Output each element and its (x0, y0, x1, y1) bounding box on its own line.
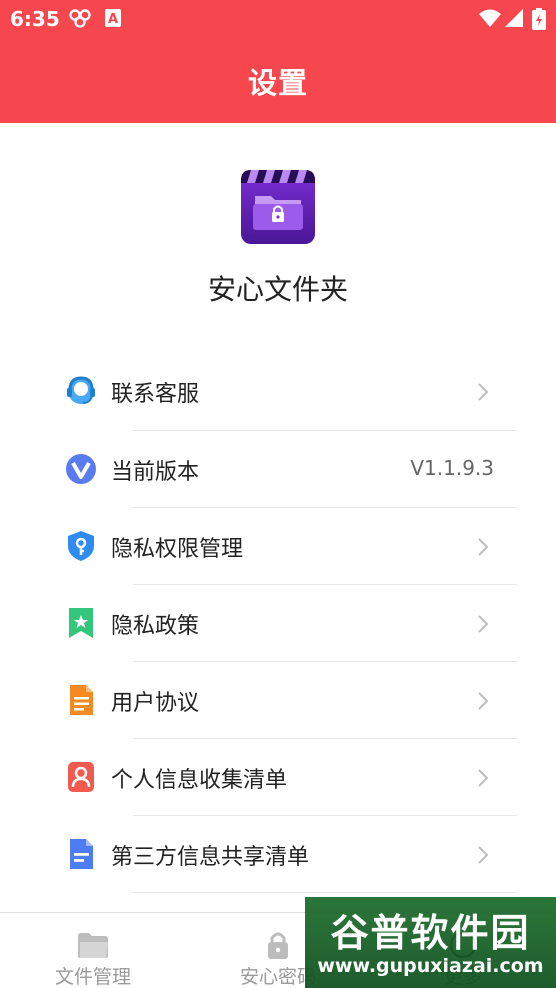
menu-label-contact-support: 联系客服 (111, 382, 200, 407)
battery-icon (532, 8, 546, 30)
signal-icon (505, 9, 523, 27)
app-logo-icon (241, 170, 315, 244)
document-icon (70, 685, 93, 715)
divider (133, 892, 517, 893)
version-value: V1.1.9.3 (410, 456, 494, 480)
menu-label-user-agreement: 用户协议 (111, 691, 200, 716)
notification-icon (69, 9, 91, 28)
version-v-icon (66, 454, 96, 484)
watermark: 谷普软件园 www.gupuxiazai.com (305, 897, 556, 988)
folder-icon (78, 933, 108, 958)
shield-key-icon (68, 531, 94, 561)
settings-screen: 6:35 A 设置 安心文件夹 联系客服 当前版本 V1.1.9.3 隐私权限管… (0, 0, 556, 988)
menu-item-user-agreement[interactable]: 用户协议 (0, 662, 556, 739)
menu-item-current-version[interactable]: 当前版本 V1.1.9.3 (0, 431, 556, 508)
menu-item-privacy-policy[interactable]: 隐私政策 (0, 585, 556, 662)
page-title: 设置 (247, 66, 308, 100)
chevron-right-icon (478, 846, 489, 864)
chevron-right-icon (478, 769, 489, 787)
chevron-right-icon (478, 383, 489, 401)
file-list-icon (70, 839, 93, 869)
menu-label-privacy-permissions: 隐私权限管理 (111, 537, 244, 562)
menu-item-personal-info-list[interactable]: 个人信息收集清单 (0, 739, 556, 816)
svg-text:A: A (108, 12, 118, 27)
menu-label-privacy-policy: 隐私政策 (111, 614, 200, 639)
person-card-icon (68, 762, 94, 792)
menu-item-contact-support[interactable]: 联系客服 (0, 353, 556, 430)
chevron-right-icon (478, 615, 489, 633)
tab-label-file-manager: 文件管理 (54, 966, 131, 988)
wifi-icon (479, 9, 501, 27)
menu-label-third-party-sharing: 第三方信息共享清单 (111, 845, 310, 870)
menu-item-third-party-sharing[interactable]: 第三方信息共享清单 (0, 816, 556, 893)
app-header: 6:35 A 设置 (0, 0, 556, 123)
status-time: 6:35 (10, 7, 60, 31)
menu-item-privacy-permissions[interactable]: 隐私权限管理 (0, 508, 556, 585)
app-name: 安心文件夹 (207, 273, 348, 306)
watermark-url: www.gupuxiazai.com (317, 955, 544, 977)
app-a-icon: A (105, 9, 121, 27)
menu-label-current-version: 当前版本 (111, 460, 200, 485)
tab-file-manager[interactable]: 文件管理 (0, 913, 186, 988)
bookmark-star-icon (69, 608, 93, 638)
status-bar: 6:35 A (0, 0, 556, 38)
chevron-right-icon (478, 538, 489, 556)
chevron-right-icon (478, 692, 489, 710)
lock-icon (268, 932, 288, 959)
watermark-title: 谷普软件园 (330, 911, 531, 955)
menu-label-personal-info-list: 个人信息收集清单 (111, 768, 288, 793)
headset-support-icon (67, 376, 95, 404)
